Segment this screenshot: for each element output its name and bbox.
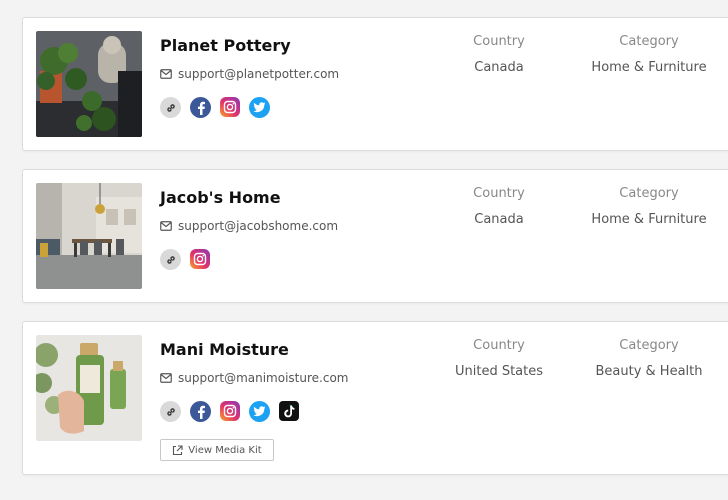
social-links	[160, 97, 270, 118]
category-value: Home & Furniture	[591, 212, 707, 227]
twitter-icon[interactable]	[249, 97, 270, 118]
facebook-icon[interactable]	[190, 401, 211, 422]
mail-icon	[160, 373, 172, 383]
link-icon[interactable]	[160, 97, 181, 118]
media-kit-label: View Media Kit	[188, 444, 262, 456]
mail-icon	[160, 69, 172, 79]
facebook-icon[interactable]	[190, 97, 211, 118]
instagram-icon[interactable]	[220, 401, 240, 421]
category-value: Home & Furniture	[591, 60, 707, 75]
brand-card[interactable]: Planet Pottery support@planetpotter.com …	[22, 17, 728, 151]
external-link-icon	[173, 444, 183, 455]
brand-name[interactable]: Jacob's Home	[160, 188, 281, 207]
country-label: Country	[473, 34, 525, 49]
tiktok-icon[interactable]	[279, 401, 299, 421]
country-value: Canada	[474, 60, 524, 75]
social-links	[160, 401, 299, 422]
brand-card[interactable]: Mani Moisture support@manimoisture.com V…	[22, 321, 728, 475]
category-value: Beauty & Health	[595, 364, 703, 379]
brand-card[interactable]: Jacob's Home support@jacobshome.com Coun…	[22, 169, 728, 303]
brand-email: support@manimoisture.com	[160, 371, 348, 385]
email-text: support@planetpotter.com	[178, 67, 340, 81]
category-label: Category	[619, 186, 679, 201]
brand-email: support@planetpotter.com	[160, 67, 339, 81]
view-media-kit-button[interactable]: View Media Kit	[160, 439, 274, 461]
brand-image[interactable]	[36, 335, 142, 441]
instagram-icon[interactable]	[220, 97, 240, 117]
mail-icon	[160, 221, 172, 231]
brand-name[interactable]: Mani Moisture	[160, 340, 289, 359]
country-value: United States	[454, 364, 544, 379]
country-label: Country	[473, 338, 525, 353]
category-label: Category	[619, 338, 679, 353]
instagram-icon[interactable]	[190, 249, 210, 269]
brand-name[interactable]: Planet Pottery	[160, 36, 291, 55]
link-icon[interactable]	[160, 401, 181, 422]
category-label: Category	[619, 34, 679, 49]
brand-image[interactable]	[36, 183, 142, 289]
email-text: support@jacobshome.com	[178, 219, 339, 233]
link-icon[interactable]	[160, 249, 181, 270]
country-label: Country	[473, 186, 525, 201]
twitter-icon[interactable]	[249, 401, 270, 422]
brand-email: support@jacobshome.com	[160, 219, 338, 233]
brand-image[interactable]	[36, 31, 142, 137]
social-links	[160, 249, 210, 270]
email-text: support@manimoisture.com	[178, 371, 349, 385]
country-value: Canada	[474, 212, 524, 227]
